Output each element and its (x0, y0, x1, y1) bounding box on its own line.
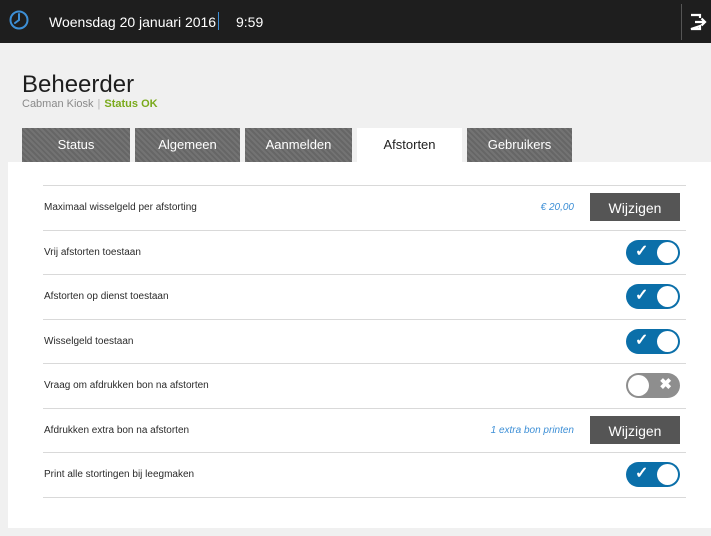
setting-value: 1 extra bon printen (490, 425, 574, 436)
toggle-vrij-afstorten[interactable]: ✓ (626, 240, 680, 265)
tab-algemeen[interactable]: Algemeen (135, 128, 240, 162)
edit-max-wisselgeld-button[interactable]: Wijzigen (590, 193, 680, 221)
status-badge: Status OK (104, 98, 158, 110)
tab-gebruikers[interactable]: Gebruikers (467, 128, 572, 162)
setting-row-vrij-afstorten: Vrij afstorten toestaan ✓ (43, 230, 686, 275)
setting-label: Wisselgeld toestaan (44, 336, 134, 347)
header-time: 9:59 (236, 14, 264, 30)
toggle-knob (657, 286, 678, 307)
subtitle-divider: | (97, 98, 101, 110)
top-bar: Woensdag 20 januari 2016 9:59 (0, 0, 711, 43)
check-icon: ✓ (635, 287, 649, 304)
setting-label: Afdrukken extra bon na afstorten (44, 425, 190, 436)
page-subtitle: Cabman Kiosk | Status OK (22, 98, 158, 110)
toggle-wisselgeld[interactable]: ✓ (626, 329, 680, 354)
check-icon: ✓ (635, 465, 649, 482)
settings-bottom-divider (43, 497, 686, 498)
clock-icon (9, 10, 29, 30)
toggle-knob (657, 242, 678, 263)
tab-afstorten[interactable]: Afstorten (357, 128, 462, 162)
toggle-knob (657, 464, 678, 485)
setting-label: Vraag om afdrukken bon na afstorten (44, 380, 209, 391)
edit-extra-bon-button[interactable]: Wijzigen (590, 416, 680, 444)
setting-row-wisselgeld: Wisselgeld toestaan ✓ (43, 319, 686, 364)
setting-row-vraag-afdrukken: Vraag om afdrukken bon na afstorten ✖ (43, 363, 686, 408)
cross-icon: ✖ (659, 376, 672, 393)
setting-row-afstorten-op-dienst: Afstorten op dienst toestaan ✓ (43, 274, 686, 319)
check-icon: ✓ (635, 243, 649, 260)
setting-row-print-stortingen: Print alle stortingen bij leegmaken ✓ (43, 452, 686, 497)
setting-label: Afstorten op dienst toestaan (44, 291, 169, 302)
setting-label: Maximaal wisselgeld per afstorting (44, 202, 197, 213)
logout-button[interactable] (681, 4, 711, 40)
toggle-print-stortingen[interactable]: ✓ (626, 462, 680, 487)
setting-row-max-wisselgeld: Maximaal wisselgeld per afstorting € 20,… (43, 185, 686, 230)
toggle-knob (628, 375, 649, 396)
tab-bar: Status Algemeen Aanmelden Afstorten Gebr… (0, 128, 711, 162)
header-date: Woensdag 20 januari 2016 (49, 14, 217, 30)
tab-status[interactable]: Status (22, 128, 130, 162)
setting-value: € 20,00 (540, 202, 574, 213)
setting-label: Print alle stortingen bij leegmaken (44, 469, 195, 480)
toggle-vraag-afdrukken[interactable]: ✖ (626, 373, 680, 398)
tab-aanmelden[interactable]: Aanmelden (245, 128, 352, 162)
check-icon: ✓ (635, 332, 649, 349)
device-name: Cabman Kiosk (22, 98, 94, 110)
toggle-afstorten-op-dienst[interactable]: ✓ (626, 284, 680, 309)
setting-label: Vrij afstorten toestaan (44, 247, 141, 258)
setting-row-extra-bon: Afdrukken extra bon na afstorten 1 extra… (43, 408, 686, 453)
toggle-knob (657, 331, 678, 352)
page-title: Beheerder (22, 71, 135, 98)
header-divider (218, 12, 219, 30)
